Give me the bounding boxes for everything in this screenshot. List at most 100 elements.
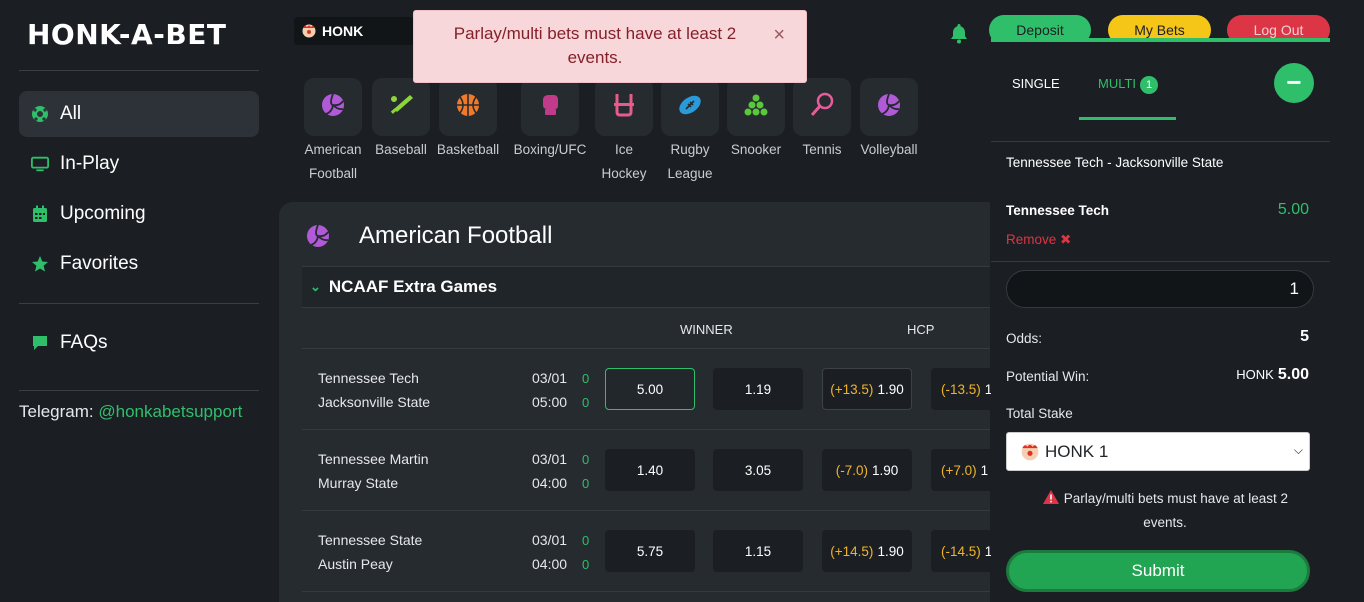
sport-baseball[interactable]: Baseball <box>366 78 436 162</box>
sidebar-item-upcoming[interactable]: Upcoming <box>19 191 259 237</box>
hcp-odd: 1.90 <box>877 381 904 397</box>
odd-button-winner-away[interactable]: 3.05 <box>713 449 803 491</box>
odd-button-winner-home[interactable]: 1.40 <box>605 449 695 491</box>
app-logo[interactable]: HONK-A-BET <box>27 18 226 51</box>
table-row: Tennessee State Austin Peay 03/01 04:00 … <box>302 510 992 591</box>
basketball-icon <box>455 92 481 123</box>
potential-currency: HONK <box>1236 367 1274 382</box>
hcp-line: (-14.5) <box>941 543 981 559</box>
star-icon <box>31 255 49 273</box>
league-name: NCAAF Extra Games <box>328 277 498 296</box>
away-team: Jacksonville State <box>318 394 431 410</box>
sidebar-item-label: All <box>60 103 82 124</box>
events-panel: American Football ⌄ NCAAF Extra Games WI… <box>279 202 992 602</box>
odd-button-hcp-home[interactable]: (+14.5) 1.90 <box>822 530 912 572</box>
odd-button-winner-home[interactable]: 5.00 <box>605 368 695 410</box>
currency-selector[interactable]: HONK <box>294 17 414 45</box>
hockey-sticks-icon <box>611 92 637 123</box>
volleyball-icon <box>876 92 902 123</box>
snooker-balls-icon <box>743 92 769 123</box>
sport-label: Ice <box>614 142 633 157</box>
stake-amount-input[interactable]: 1 <box>1006 270 1314 308</box>
event-date: 03/01 <box>532 532 568 548</box>
betslip: SINGLE MULTI 1 − Tennessee Tech - Jackson… <box>991 38 1330 602</box>
total-stake-label: Total Stake <box>1006 406 1073 421</box>
odd-button-winner-home[interactable]: 5.75 <box>605 530 695 572</box>
score: 0 <box>582 395 590 410</box>
potential-value: 5.00 <box>1277 366 1309 383</box>
sport-rugby-league[interactable]: Rugby League <box>655 78 725 186</box>
sport-label: Basketball <box>436 142 500 157</box>
sidebar: HONK-A-BET All In-Play Upcoming Favorite… <box>0 0 278 602</box>
calendar-icon <box>31 205 49 223</box>
odd-button-hcp-away[interactable]: (-13.5) 1 <box>931 368 992 410</box>
home-team: Tennessee Tech <box>318 370 419 386</box>
bet-selection-odd: 5.00 <box>1277 201 1309 218</box>
toast-message: Parlay/multi bets must have at least 2 e… <box>453 24 737 67</box>
collapse-button[interactable]: − <box>1274 63 1314 103</box>
odd-button-hcp-home[interactable]: (-7.0) 1.90 <box>822 449 912 491</box>
league-header[interactable]: ⌄ NCAAF Extra Games <box>302 266 990 308</box>
hcp-odd: 1 <box>980 462 989 478</box>
remove-button[interactable]: Remove ✖ <box>1006 232 1071 248</box>
hcp-line: (+7.0) <box>941 462 977 478</box>
tab-multi[interactable]: MULTI 1 <box>1098 76 1159 94</box>
odd-button-hcp-away[interactable]: (+7.0) 1 <box>931 449 990 491</box>
sport-label: Boxing/UFC <box>513 142 587 157</box>
event-time: 05:00 <box>532 394 568 410</box>
warning-icon <box>1042 490 1060 506</box>
odd-button-hcp-home[interactable]: (+13.5) 1.90 <box>822 368 912 410</box>
sport-snooker[interactable]: Snooker <box>721 78 791 162</box>
sport-label: Tennis <box>802 142 842 157</box>
stake-currency-select[interactable]: HONK 1 ⌵ <box>1006 432 1310 471</box>
close-icon: ✖ <box>1060 232 1072 247</box>
sidebar-item-favorites[interactable]: Favorites <box>19 241 259 287</box>
sidebar-item-label: In-Play <box>60 153 120 174</box>
divider <box>19 303 259 304</box>
divider <box>19 390 259 391</box>
select-value: HONK 1 <box>1045 441 1109 461</box>
sport-ice-hockey[interactable]: Ice Hockey <box>589 78 659 186</box>
hcp-line: (-13.5) <box>941 381 981 397</box>
warning-text: Parlay/multi bets must have at least 2 e… <box>1063 491 1289 530</box>
score: 0 <box>582 533 590 548</box>
sidebar-item-in-play[interactable]: In-Play <box>19 141 259 187</box>
odd-button-winner-away[interactable]: 1.15 <box>713 530 803 572</box>
column-header-winner: WINNER <box>680 322 733 337</box>
sport-american-football[interactable]: American Football <box>298 78 368 186</box>
column-header-hcp: HCP <box>907 322 935 337</box>
monitor-icon <box>31 155 49 173</box>
baseball-bat-icon <box>388 92 414 123</box>
odd-button-hcp-away[interactable]: (-14.5) 1 <box>931 530 992 572</box>
tab-single[interactable]: SINGLE <box>1012 76 1060 91</box>
sidebar-item-label: Upcoming <box>60 203 146 224</box>
warning-message: Parlay/multi bets must have at least 2 e… <box>1021 487 1309 535</box>
score: 0 <box>582 371 590 386</box>
sidebar-item-label: Favorites <box>60 253 139 274</box>
event-date: 03/01 <box>532 370 568 386</box>
table-row <box>302 591 990 602</box>
hcp-odd: 1.90 <box>877 543 904 559</box>
sidebar-item-all[interactable]: All <box>19 91 259 137</box>
bet-selection: Tennessee Tech <box>1006 203 1110 218</box>
sport-label: Volleyball <box>860 142 918 157</box>
home-team: Tennessee Martin <box>318 451 429 467</box>
sidebar-item-faqs[interactable]: FAQs <box>19 320 259 366</box>
sport-volleyball[interactable]: Volleyball <box>854 78 924 162</box>
sport-boxing-ufc[interactable]: Boxing/UFC <box>510 78 590 162</box>
bell-icon[interactable] <box>948 22 970 49</box>
sport-basketball[interactable]: Basketball <box>433 78 503 162</box>
sport-label: Rugby <box>670 142 710 157</box>
volleyball-icon <box>305 223 331 254</box>
table-row: Tennessee Tech Jacksonville State 03/01 … <box>302 348 992 429</box>
table-row: Tennessee Martin Murray State 03/01 04:0… <box>302 429 990 510</box>
error-toast: Parlay/multi bets must have at least 2 e… <box>413 10 807 83</box>
clown-icon <box>1021 443 1039 461</box>
event-time: 04:00 <box>532 475 568 491</box>
odds-label: Odds: <box>1006 331 1043 346</box>
close-icon[interactable]: × <box>773 23 785 47</box>
odd-button-winner-away[interactable]: 1.19 <box>713 368 803 410</box>
telegram-link[interactable]: @honkabetsupport <box>98 402 242 421</box>
sport-tennis[interactable]: Tennis <box>787 78 857 162</box>
submit-button[interactable]: Submit <box>1006 550 1310 592</box>
